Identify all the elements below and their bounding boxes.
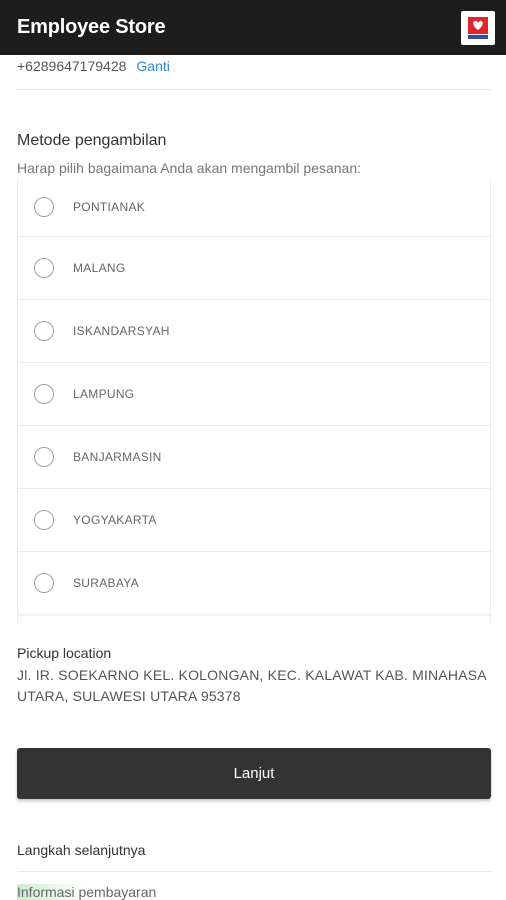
radio-button[interactable] [34, 384, 54, 404]
app-bar: Employee Store [0, 0, 506, 55]
radio-button[interactable] [34, 321, 54, 341]
radio-button[interactable] [34, 573, 54, 593]
next-step-item: Informasi pembayaran [17, 884, 156, 900]
radio-button[interactable] [34, 197, 54, 217]
pickup-option-label: PONTIANAK [73, 200, 146, 214]
pickup-method-title: Metode pengambilan [17, 132, 167, 149]
pickup-method-subtitle: Harap pilih bagaimana Anda akan mengambi… [17, 160, 362, 176]
divider [17, 871, 491, 872]
pickup-option[interactable]: SURABAYA [18, 552, 490, 615]
pickup-option-label: ISKANDARSYAH [73, 324, 170, 338]
pickup-option[interactable]: YOGYAKARTA [18, 489, 490, 552]
next-steps-title: Langkah selanjutnya [17, 842, 146, 858]
next-step-item-highlight: Informasi p [17, 884, 87, 900]
change-phone-link[interactable]: Ganti [136, 58, 169, 74]
pickup-option-label: BANJARMASIN [73, 450, 162, 464]
phone-number: +6289647179428 [17, 58, 127, 74]
pickup-option[interactable]: PONTIANAK [18, 178, 490, 237]
pickup-option-label: MALANG [73, 261, 126, 275]
pickup-option-label: YOGYAKARTA [73, 513, 157, 527]
radio-button[interactable] [34, 258, 54, 278]
pickup-option[interactable]: ISKANDARSYAH [18, 300, 490, 363]
pickup-option-label: SURABAYA [73, 576, 139, 590]
pickup-option[interactable]: BANJARMASIN [18, 426, 490, 489]
store-logo-icon[interactable] [461, 10, 495, 45]
pickup-option-label: LAMPUNG [73, 387, 135, 401]
continue-button[interactable]: Lanjut [17, 748, 491, 799]
pickup-location-address: Jl. IR. SOEKARNO KEL. KOLONGAN, KEC. KAL… [17, 667, 487, 704]
pickup-options-list[interactable]: PONTIANAK MALANG ISKANDARSYAH LAMPUNG BA… [17, 178, 491, 623]
radio-button[interactable] [34, 510, 54, 530]
app-title: Employee Store [17, 16, 166, 38]
pickup-location-label: Pickup location [17, 645, 112, 661]
contact-row: +6289647179428 Ganti [17, 58, 491, 90]
pickup-option[interactable]: MALANG [18, 237, 490, 300]
radio-button[interactable] [34, 447, 54, 467]
next-step-item-rest: embayaran [86, 884, 157, 900]
pickup-option[interactable]: LAMPUNG [18, 363, 490, 426]
